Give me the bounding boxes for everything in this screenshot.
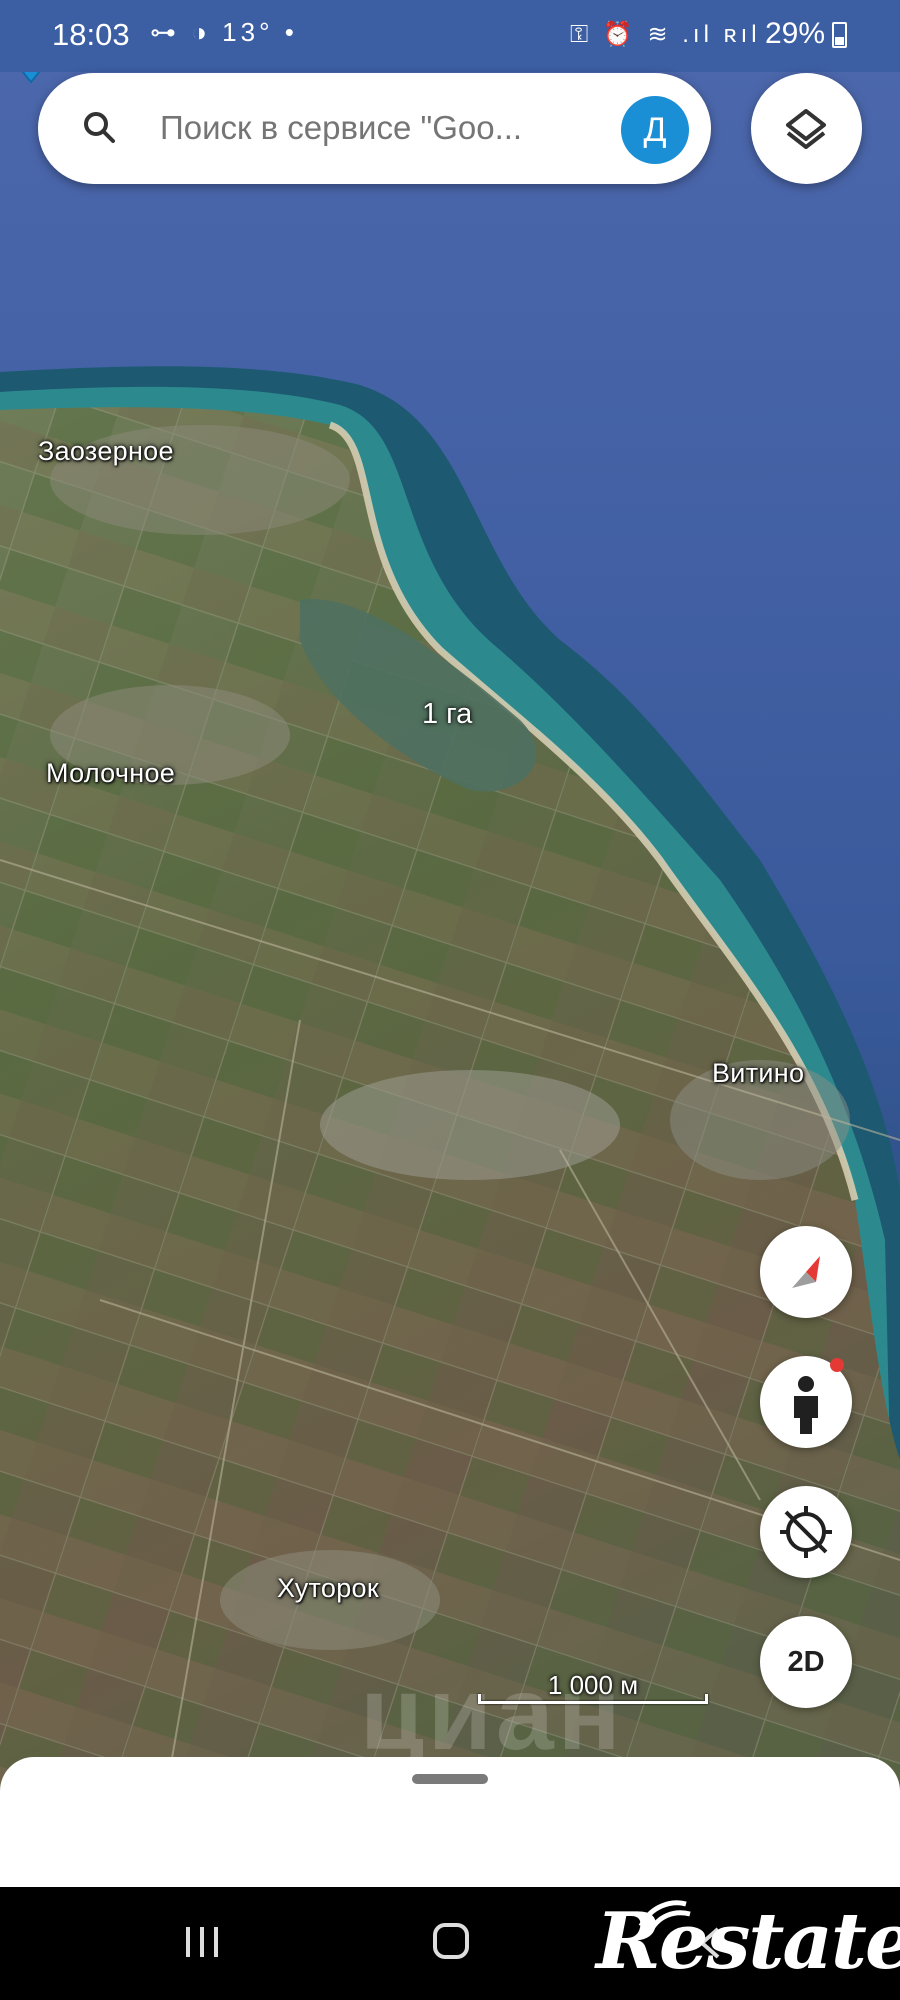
notification-dot xyxy=(830,1358,844,1372)
place-label-molochnoe[interactable]: Молочное xyxy=(46,758,175,789)
status-bar: 18:03 ⊶ ◑ 13° • ⚿ ⏰ ≋ .ıl ʀıl 29% xyxy=(0,0,900,72)
layers-icon xyxy=(786,109,826,149)
scale-line xyxy=(478,1694,708,1704)
street-view-button[interactable] xyxy=(760,1356,852,1448)
battery-percent: 29% xyxy=(765,17,826,50)
compass-icon xyxy=(792,1256,820,1288)
sheet-drag-handle[interactable] xyxy=(412,1774,488,1784)
location-disabled-icon xyxy=(780,1506,832,1558)
status-system-icons: ⚿ ⏰ ≋ .ıl ʀıl xyxy=(570,21,761,48)
place-label-vitino[interactable]: Витино xyxy=(712,1058,804,1089)
compass-button[interactable] xyxy=(760,1226,852,1318)
area-measurement-label: 1 га xyxy=(422,698,473,730)
search-icon[interactable] xyxy=(78,106,122,150)
status-time: 18:03 xyxy=(52,17,130,52)
account-avatar[interactable]: Д xyxy=(621,96,689,164)
satellite-map[interactable]: циан Заозерное Молочное Витино Хуторок 1… xyxy=(0,0,900,1885)
my-location-button[interactable] xyxy=(760,1486,852,1578)
status-notification-icons: ⊶ ◑ 13° • xyxy=(150,17,298,47)
view-2d-button[interactable]: 2D xyxy=(760,1616,852,1708)
place-label-zaozernoe[interactable]: Заозерное xyxy=(38,436,174,467)
scale-bar: 1 000 м xyxy=(478,1670,708,1710)
battery-icon xyxy=(832,22,847,48)
place-label-khutorok[interactable]: Хуторок xyxy=(277,1573,379,1604)
search-input[interactable]: Поиск в сервисе "Goo... xyxy=(160,109,522,147)
search-bar[interactable]: Поиск в сервисе "Goo... Д xyxy=(38,73,711,184)
recents-icon[interactable] xyxy=(182,1925,222,1959)
restate-logo-icon xyxy=(638,1900,691,1934)
satellite-imagery xyxy=(0,0,900,1885)
layers-button[interactable] xyxy=(751,73,862,184)
home-icon[interactable] xyxy=(433,1923,469,1959)
bottom-sheet[interactable] xyxy=(0,1757,900,1887)
